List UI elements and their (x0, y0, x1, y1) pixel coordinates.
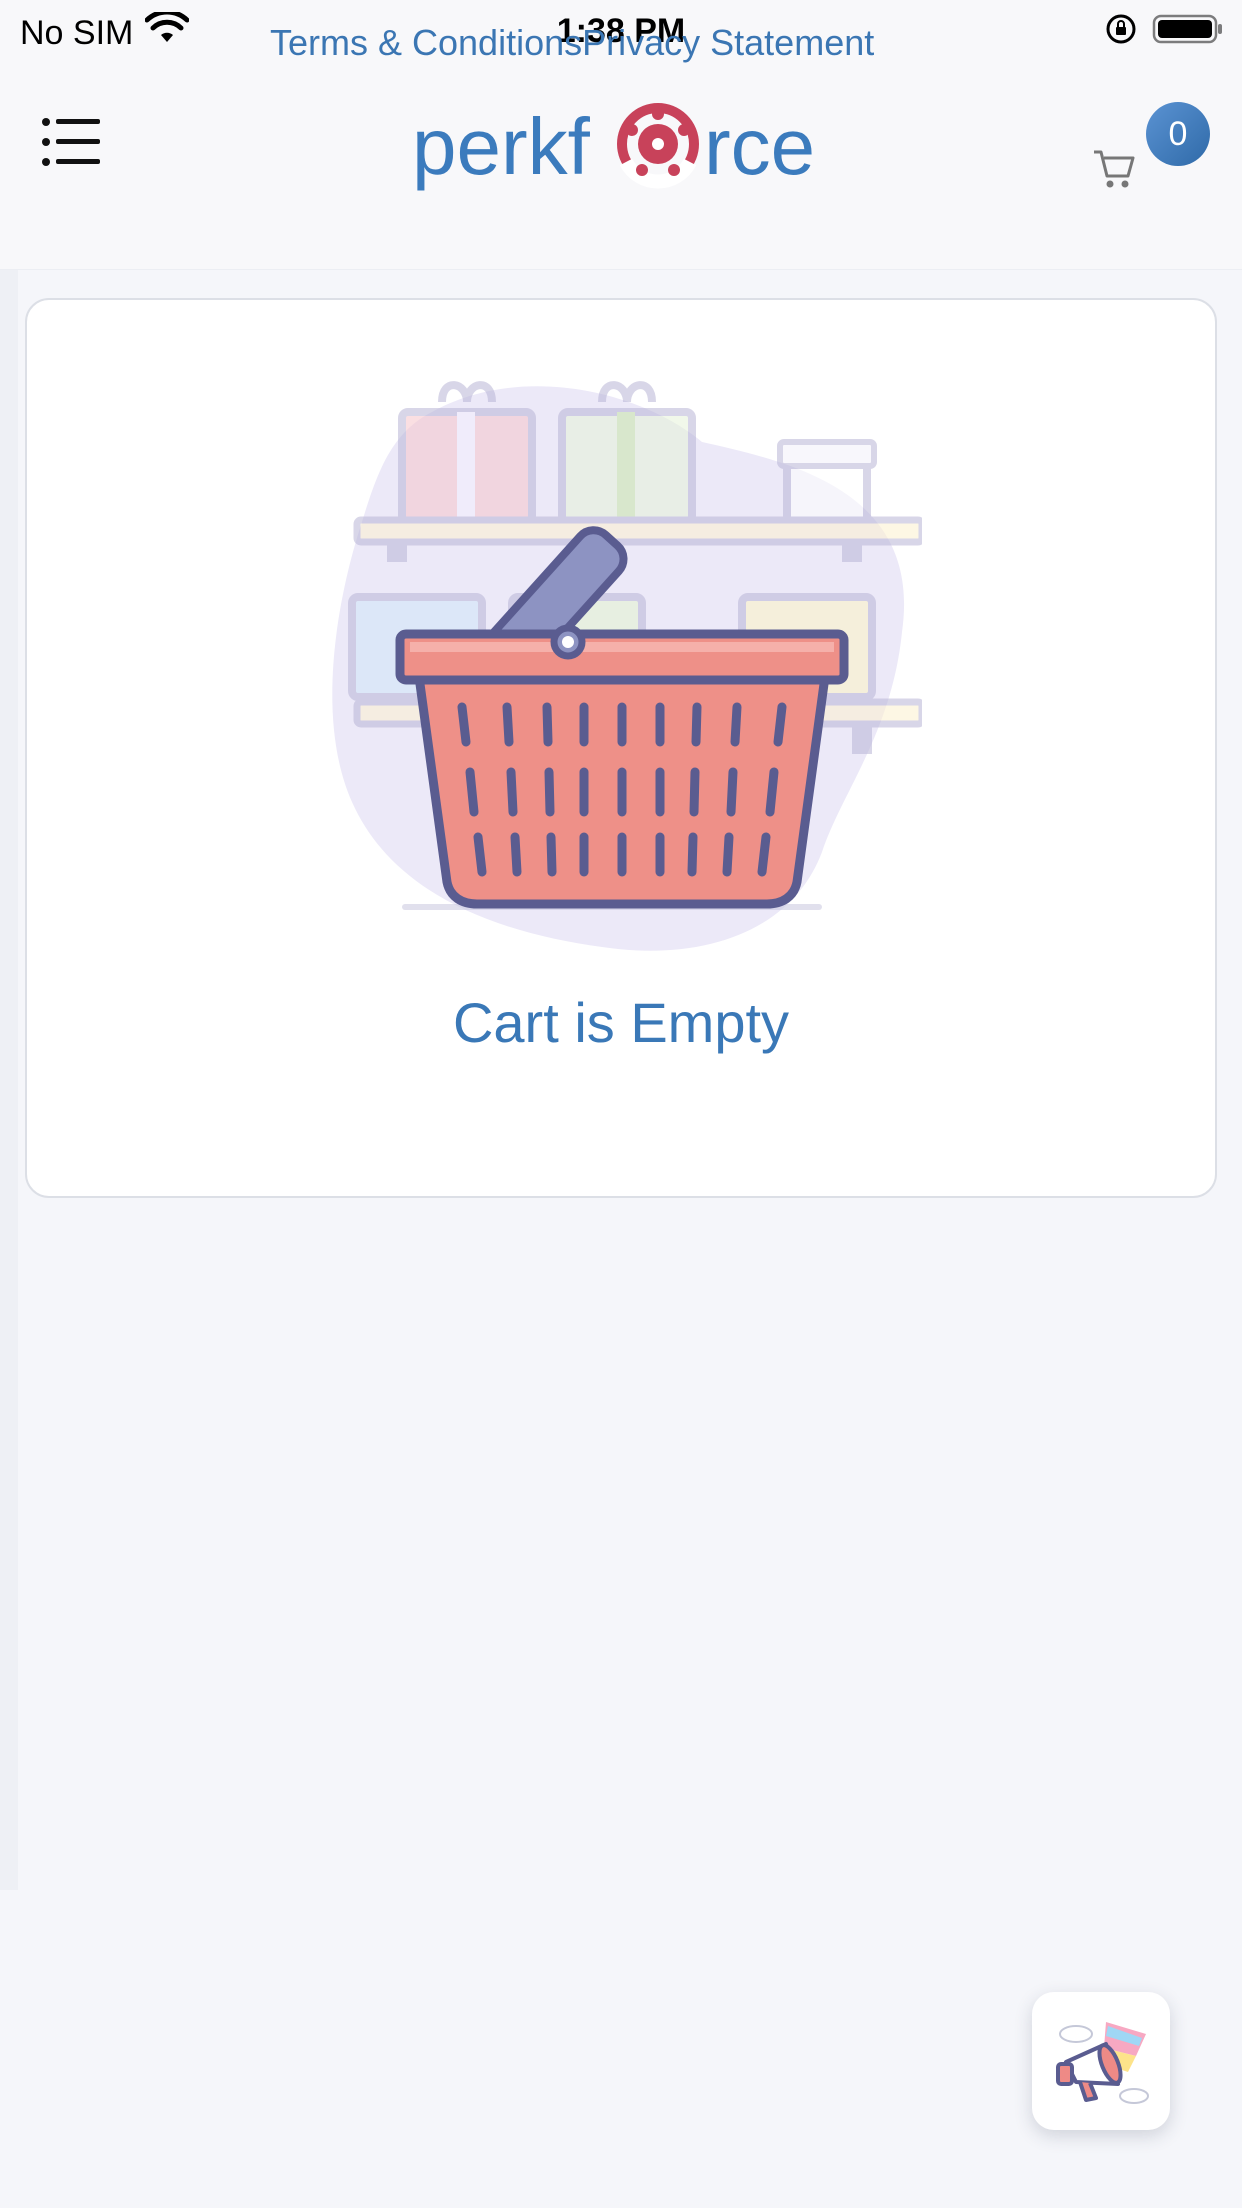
menu-button[interactable] (40, 110, 104, 174)
logo-emblem-icon (617, 103, 699, 189)
cart-count-badge: 0 (1146, 102, 1210, 166)
megaphone-icon (1046, 2004, 1156, 2119)
privacy-link[interactable]: Privacy Statement (582, 22, 874, 64)
terms-link[interactable]: Terms & Conditions (270, 22, 582, 64)
menu-list-icon (40, 118, 104, 178)
battery-icon (1152, 12, 1224, 55)
cart-button[interactable]: 0 (1092, 102, 1212, 192)
footer-links: Terms & Conditions Privacy Statement (270, 22, 874, 64)
perkforce-logo: perkf rce (412, 84, 832, 204)
empty-cart-message: Cart is Empty (452, 991, 790, 1054)
status-right (1104, 12, 1224, 55)
app-header: perkf rce 0 (0, 62, 1242, 270)
cart-icon (1092, 146, 1136, 195)
logo-text-right: rce (704, 102, 815, 191)
logo-text-left: perkf (412, 102, 591, 191)
empty-cart-card: Cart is Empty (25, 298, 1217, 1198)
shopping-basket-illustration (322, 372, 926, 952)
rotation-lock-icon (1104, 12, 1138, 55)
left-edge-strip (0, 270, 18, 1890)
announcement-button[interactable] (1032, 1992, 1170, 2130)
